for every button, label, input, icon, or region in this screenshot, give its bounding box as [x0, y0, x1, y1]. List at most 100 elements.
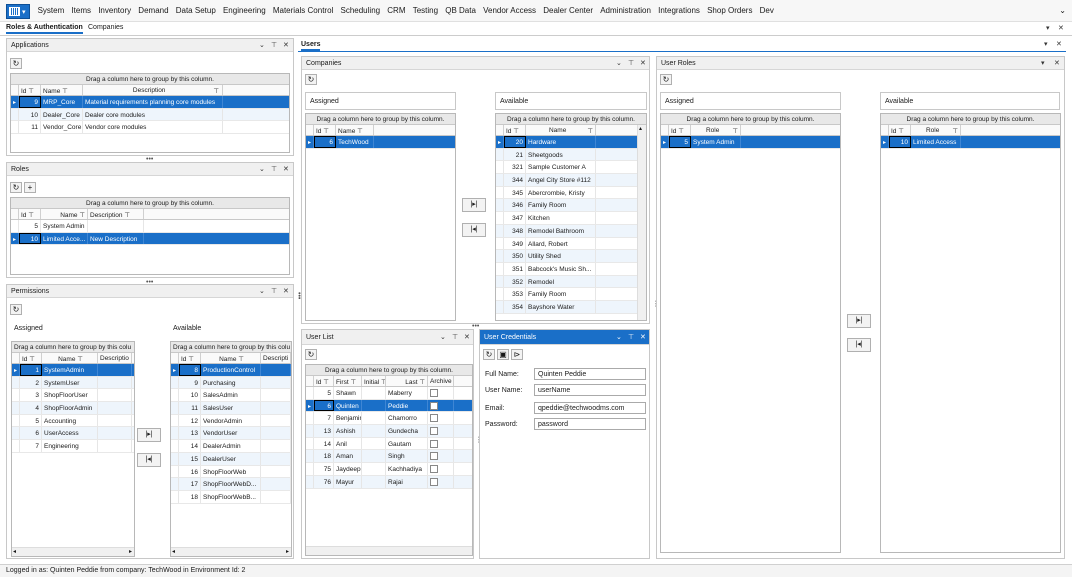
- table-row[interactable]: 76 Mayur Rajai: [306, 475, 472, 489]
- table-row[interactable]: 354 Bayshore Water: [496, 300, 646, 314]
- archive-checkbox[interactable]: [430, 389, 438, 397]
- horizontal-scrollbar[interactable]: ◂ ▸: [171, 547, 291, 556]
- move-right-button[interactable]: |▸|: [137, 428, 161, 442]
- column-header-archive[interactable]: Archive: [428, 376, 454, 386]
- archive-checkbox[interactable]: [430, 439, 438, 448]
- table-row[interactable]: 4 ShopFloorAdmin: [12, 402, 134, 415]
- horizontal-scrollbar[interactable]: ◂ ▸: [12, 547, 134, 556]
- column-header-description[interactable]: Description ⊤: [83, 85, 223, 95]
- column-header-description[interactable]: Descripti: [261, 353, 291, 363]
- table-row[interactable]: 321 Sample Customer A: [496, 161, 646, 175]
- close-icon[interactable]: ✕: [640, 59, 646, 67]
- table-row[interactable]: ▸ 20 Hardware: [496, 136, 646, 149]
- close-icon[interactable]: ✕: [283, 287, 289, 295]
- column-header-role[interactable]: Role ⊤: [911, 125, 961, 135]
- column-header-name[interactable]: Name ⊤: [336, 125, 374, 135]
- column-header-description[interactable]: Description ⊤: [88, 209, 144, 219]
- table-row[interactable]: 351 Babcock's Music Sh...: [496, 262, 646, 276]
- pin-icon[interactable]: ⊤: [452, 333, 458, 341]
- menu-item-engineering[interactable]: Engineering: [219, 6, 269, 15]
- table-row[interactable]: 5 System Admin: [11, 220, 289, 233]
- scroll-left-icon[interactable]: ◂: [13, 548, 16, 555]
- table-row[interactable]: ▸ 10 Limited Access: [881, 136, 1060, 149]
- table-row[interactable]: 352 Remodel: [496, 275, 646, 289]
- menu-item-dealer-center[interactable]: Dealer Center: [540, 6, 597, 15]
- vertical-scrollbar[interactable]: ▴: [637, 125, 646, 320]
- archive-checkbox[interactable]: [430, 465, 438, 474]
- archive-checkbox[interactable]: [430, 414, 438, 423]
- table-row[interactable]: 14 Anil Gautam: [306, 437, 472, 451]
- save-button[interactable]: ▣: [497, 349, 509, 360]
- column-header-last[interactable]: Last ⊤: [386, 376, 428, 386]
- table-row[interactable]: 2 SystemUser: [12, 376, 134, 390]
- tab-roles-authentication[interactable]: Roles & Authentication: [6, 24, 83, 34]
- table-row[interactable]: 5 Accounting: [12, 414, 134, 428]
- column-header-id[interactable]: Id ⊤: [889, 125, 911, 135]
- column-header-role[interactable]: Role ⊤: [691, 125, 741, 135]
- pin-icon[interactable]: ⊤: [271, 287, 277, 295]
- column-header-id[interactable]: Id ⊤: [179, 353, 201, 363]
- table-row[interactable]: ▸ 1 SystemAdmin: [12, 364, 134, 377]
- dropdown-icon[interactable]: ⌄: [259, 287, 265, 295]
- table-row[interactable]: 7 Benjamin Chamorro: [306, 412, 472, 426]
- table-row[interactable]: 353 Family Room: [496, 288, 646, 301]
- menu-item-administration[interactable]: Administration: [597, 6, 655, 15]
- dropdown-icon[interactable]: ▾: [1044, 40, 1048, 48]
- table-row[interactable]: 350 Utility Shed: [496, 250, 646, 263]
- dropdown-icon[interactable]: ▾: [1046, 24, 1050, 32]
- password-field[interactable]: password: [534, 418, 646, 430]
- menu-item-vendor-access[interactable]: Vendor Access: [480, 6, 540, 15]
- table-row[interactable]: 14 DealerAdmin: [171, 440, 291, 453]
- refresh-button[interactable]: ↻: [305, 74, 317, 85]
- dropdown-icon[interactable]: ▾: [1041, 59, 1045, 67]
- dropdown-icon[interactable]: ⌄: [616, 59, 622, 67]
- refresh-button[interactable]: ↻: [10, 304, 22, 315]
- refresh-button[interactable]: ↻: [660, 74, 672, 85]
- move-left-button[interactable]: |◂|: [462, 223, 486, 237]
- table-row[interactable]: 347 Kitchen: [496, 212, 646, 225]
- close-icon[interactable]: ✕: [283, 41, 289, 49]
- menu-item-scheduling[interactable]: Scheduling: [337, 6, 384, 15]
- pin-icon[interactable]: ⊤: [628, 59, 634, 67]
- menu-item-testing[interactable]: Testing: [409, 6, 442, 15]
- table-row[interactable]: ▸ 10 Limited Acce... New Description: [11, 232, 289, 246]
- table-row[interactable]: 75 Jaydeep Kachhadiya: [306, 463, 472, 476]
- table-row[interactable]: 5 Shawn Maberry: [306, 387, 472, 400]
- table-row[interactable]: 10 SalesAdmin: [171, 389, 291, 403]
- archive-checkbox[interactable]: [430, 427, 438, 436]
- app-menu-button[interactable]: ▾: [6, 4, 30, 19]
- pin-icon[interactable]: ⊤: [271, 165, 277, 173]
- menu-item-materials-control[interactable]: Materials Control: [269, 6, 337, 15]
- column-header-id[interactable]: Id ⊤: [19, 209, 41, 219]
- move-left-button[interactable]: |◂|: [847, 338, 871, 352]
- table-row[interactable]: 17 ShopFloorWebD...: [171, 478, 291, 491]
- table-row[interactable]: 7 Engineering: [12, 440, 134, 453]
- menu-item-qb-data[interactable]: QB Data: [442, 6, 480, 15]
- close-icon[interactable]: ✕: [464, 333, 470, 341]
- dropdown-icon[interactable]: ⌄: [259, 165, 265, 173]
- scroll-right-icon[interactable]: ▸: [129, 548, 132, 555]
- column-header-name[interactable]: Name ⊤: [41, 85, 83, 95]
- close-icon[interactable]: ✕: [1054, 59, 1060, 67]
- archive-checkbox[interactable]: [430, 477, 438, 486]
- pin-icon[interactable]: ⊤: [271, 41, 277, 49]
- menu-item-crm[interactable]: CRM: [384, 6, 409, 15]
- column-header-name[interactable]: Name ⊤: [526, 125, 596, 135]
- column-header-name[interactable]: Name ⊤: [201, 353, 261, 363]
- table-row[interactable]: ▸ 6 Quinten Peddie: [306, 399, 472, 413]
- column-header-initial[interactable]: Initial ⊤: [362, 376, 386, 386]
- menu-item-demand[interactable]: Demand: [135, 6, 172, 15]
- table-row[interactable]: 346 Family Room: [496, 199, 646, 213]
- column-header-name[interactable]: Name ⊤: [42, 353, 98, 363]
- menu-item-integrations[interactable]: Integrations: [655, 6, 704, 15]
- move-left-button[interactable]: |◂|: [137, 453, 161, 467]
- table-row[interactable]: 21 Sheetgoods: [496, 148, 646, 162]
- column-header-id[interactable]: Id ⊤: [20, 353, 42, 363]
- tab-companies[interactable]: Companies: [88, 24, 123, 31]
- refresh-button[interactable]: ↻: [10, 182, 22, 193]
- full-name-field[interactable]: Quinten Peddie: [534, 368, 646, 380]
- table-row[interactable]: ▸ 8 ProductionControl: [171, 364, 291, 377]
- table-row[interactable]: ▸ 6 TechWood: [306, 136, 455, 149]
- column-header-id[interactable]: Id ⊤: [19, 85, 41, 95]
- scroll-right-icon[interactable]: ▸: [286, 548, 289, 555]
